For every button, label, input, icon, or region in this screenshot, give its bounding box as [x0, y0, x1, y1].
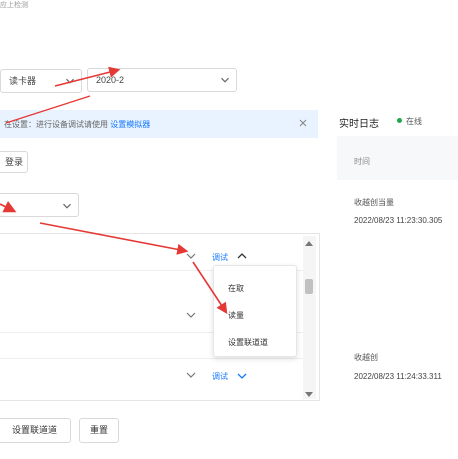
reset-button[interactable]: 重置: [79, 418, 119, 443]
chevron-up-icon[interactable]: [236, 250, 248, 262]
device-type-value: 读卡器: [9, 76, 37, 86]
menu-item-read[interactable]: 在取: [228, 283, 244, 294]
row-select-chevron-icon[interactable]: [185, 369, 197, 381]
banner-link[interactable]: 设置模拟器: [110, 120, 150, 129]
chevron-down-icon[interactable]: [236, 370, 248, 382]
chevron-down-icon: [65, 76, 75, 86]
banner-message: 在设置：进行设备调试请使用: [4, 120, 108, 129]
row-debug-link[interactable]: 调试: [212, 252, 228, 263]
log-panel-title: 实时日志: [339, 119, 379, 130]
time-column-header: 时间: [354, 157, 370, 166]
close-icon[interactable]: [298, 118, 308, 128]
log-entry-label: 收越创当量: [354, 198, 394, 207]
scroll-thumb[interactable]: [305, 279, 313, 294]
set-channel-button[interactable]: 设置联道道: [0, 418, 71, 443]
scroll-up-arrow-icon[interactable]: [305, 238, 313, 246]
model-select[interactable]: 2020-2: [87, 68, 237, 92]
login-button[interactable]: 登录: [0, 151, 28, 173]
menu-item-set[interactable]: 读量: [228, 310, 244, 321]
scrollbar[interactable]: [303, 236, 316, 399]
chevron-down-icon: [62, 201, 72, 211]
row-debug-link[interactable]: 调试: [212, 371, 228, 382]
row-select-chevron-icon[interactable]: [185, 309, 197, 321]
log-table-header: 时间: [337, 136, 458, 180]
model-value: 2020-2: [96, 75, 125, 85]
banner-text: 在设置：进行设备调试请使用 设置模拟器: [4, 119, 150, 130]
debug-dropdown-menu: 在取 读量 设置联道道: [213, 265, 297, 357]
device-type-select[interactable]: 读卡器: [0, 69, 82, 93]
scroll-down-arrow-icon[interactable]: [305, 390, 313, 397]
log-entry-label: 收越创: [354, 353, 378, 362]
menu-item-set-channel[interactable]: 设置联道道: [228, 337, 268, 348]
status-text: 在线: [406, 117, 422, 126]
mode-select[interactable]: [0, 193, 79, 217]
chevron-down-icon: [220, 75, 230, 85]
online-status-dot-icon: [397, 118, 402, 123]
row-select-chevron-icon[interactable]: [185, 250, 197, 262]
log-entry-time: 2022/08/23 11:24:33.311: [354, 372, 442, 381]
top-note: 应上检测: [0, 2, 28, 8]
row-divider: [0, 358, 316, 359]
log-entry-time: 2022/08/23 11:23:30.305: [354, 216, 443, 225]
info-banner: 在设置：进行设备调试请使用 设置模拟器: [0, 110, 318, 138]
